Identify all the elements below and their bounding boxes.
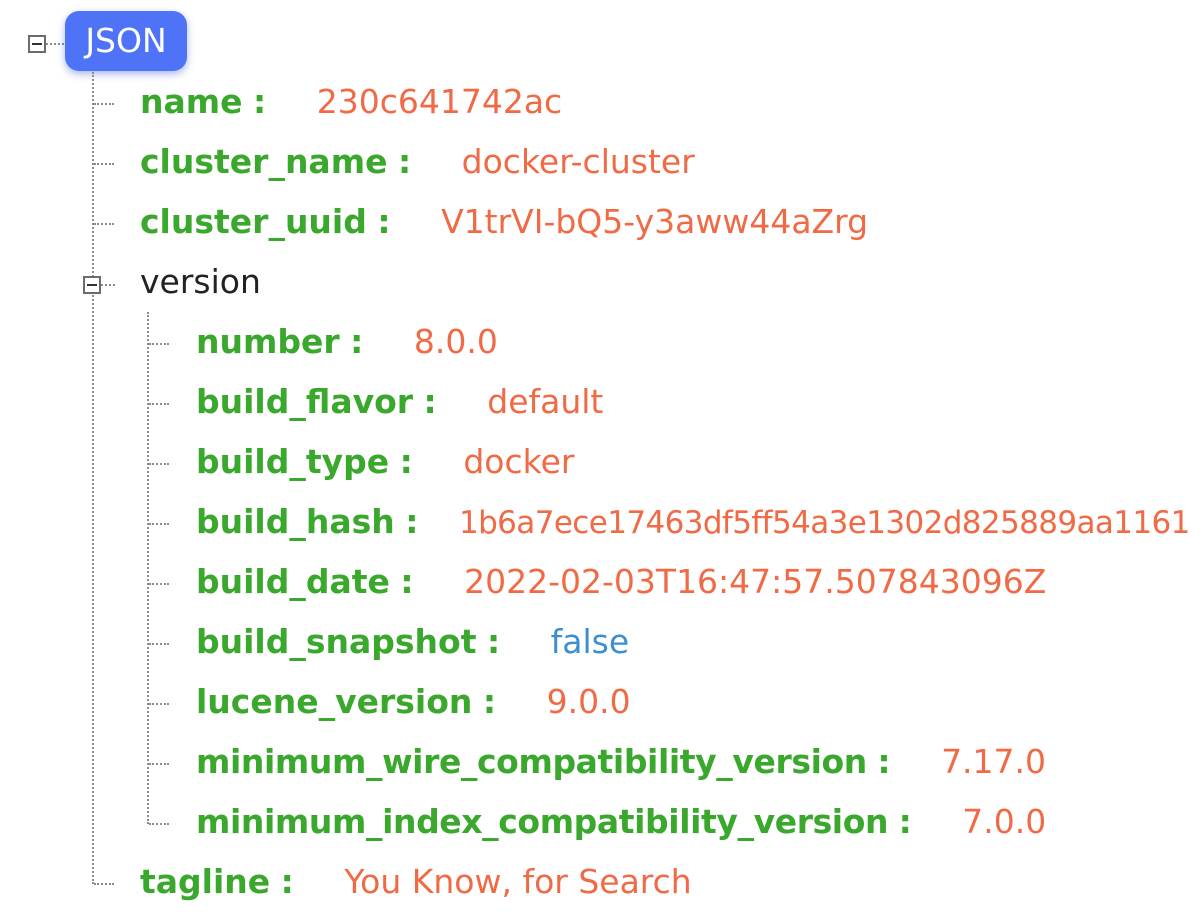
root-node-badge[interactable]: JSON (65, 11, 187, 71)
field-row-build-date: build_date : 2022-02-03T16:47:57.5078430… (196, 557, 1046, 607)
field-key: minimum_index_compatibility_version (196, 802, 889, 841)
tree-connector (94, 883, 114, 885)
field-key: cluster_name (140, 142, 388, 181)
field-value: default (487, 382, 604, 421)
field-key: build_date (196, 562, 390, 601)
field-row-lucene-version: lucene_version : 9.0.0 (196, 677, 631, 727)
tree-connector (149, 403, 169, 405)
tree-guide-version (147, 312, 149, 824)
collapse-version-icon[interactable] (83, 276, 101, 294)
field-key: number (196, 322, 340, 361)
tree-connector (149, 643, 169, 645)
field-colon: : (253, 82, 267, 121)
field-value: 1b6a7ece17463df5ff54a3e1302d825889aa1161 (458, 505, 1190, 541)
field-row-minimum-wire-compatibility-version: minimum_wire_compatibility_version : 7.1… (196, 737, 1046, 787)
tree-connector (149, 703, 169, 705)
field-colon: : (486, 622, 501, 661)
field-row-minimum-index-compatibility-version: minimum_index_compatibility_version : 7.… (196, 797, 1046, 847)
field-key: build_hash (196, 502, 395, 541)
tree-connector (149, 523, 169, 525)
field-row-build-type: build_type : docker (196, 437, 574, 487)
field-colon: : (405, 502, 419, 541)
tree-connector (149, 823, 169, 825)
field-row-cluster-name: cluster_name : docker-cluster (140, 137, 695, 187)
tree-connector (149, 343, 169, 345)
field-key: cluster_uuid (140, 202, 367, 241)
field-value: 8.0.0 (413, 322, 498, 361)
field-value: 230c641742ac (316, 82, 563, 121)
field-row-name: name : 230c641742ac (140, 77, 562, 127)
tree-connector (149, 583, 169, 585)
tree-connector (149, 463, 169, 465)
field-row-number: number : 8.0.0 (196, 317, 498, 367)
field-row-build-snapshot: build_snapshot : false (196, 617, 629, 667)
field-colon: : (377, 202, 391, 241)
field-value-boolean: false (550, 622, 630, 661)
field-colon: : (350, 322, 364, 361)
field-key: tagline (140, 862, 271, 901)
tree-connector (94, 163, 114, 165)
field-value: V1trVI-bQ5-y3aww44aZrg (441, 202, 869, 241)
field-key: build_flavor (196, 382, 414, 421)
field-value: 9.0.0 (546, 682, 631, 721)
field-value: 7.0.0 (962, 802, 1047, 841)
tree-connector (94, 103, 114, 105)
collapse-root-icon[interactable] (28, 35, 46, 53)
field-row-build-flavor: build_flavor : default (196, 377, 603, 427)
json-tree-viewer: JSON name : 230c641742ac cluster_name : … (0, 0, 1204, 922)
tree-connector (46, 43, 64, 45)
field-colon: : (400, 562, 414, 601)
tree-connector (101, 284, 115, 286)
field-key: minimum_wire_compatibility_version (196, 742, 867, 781)
tree-connector (149, 763, 169, 765)
field-colon: : (482, 682, 497, 721)
field-key: build_snapshot (196, 622, 477, 661)
field-value: docker (463, 442, 575, 481)
field-row-cluster-uuid: cluster_uuid : V1trVI-bQ5-y3aww44aZrg (140, 197, 868, 247)
field-colon: : (898, 802, 912, 841)
field-row-tagline: tagline : You Know, for Search (140, 857, 692, 907)
field-colon: : (399, 442, 413, 481)
tree-guide-root (92, 72, 94, 884)
object-key: version (140, 262, 261, 301)
field-row-build-hash: build_hash : 1b6a7ece17463df5ff54a3e1302… (196, 497, 1190, 547)
field-colon: : (397, 142, 412, 181)
tree-connector (94, 223, 114, 225)
field-key: lucene_version (196, 682, 473, 721)
field-key: name (140, 82, 243, 121)
field-value: docker-cluster (461, 142, 695, 181)
field-value: You Know, for Search (344, 862, 692, 901)
field-key: build_type (196, 442, 390, 481)
object-row-version[interactable]: version (140, 257, 261, 307)
field-value: 7.17.0 (941, 742, 1047, 781)
field-value: 2022-02-03T16:47:57.507843096Z (464, 562, 1047, 601)
field-colon: : (877, 742, 891, 781)
field-colon: : (280, 862, 294, 901)
field-colon: : (423, 382, 437, 421)
